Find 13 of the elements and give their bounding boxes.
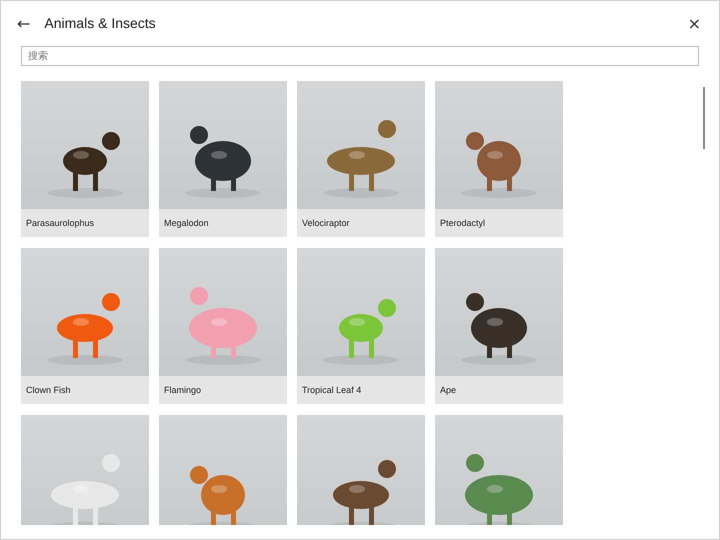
model-label[interactable]: Parasaurolophus bbox=[21, 209, 149, 237]
model-label[interactable]: Ape bbox=[435, 376, 563, 404]
model-label[interactable]: Tropical Leaf 4 bbox=[297, 376, 425, 404]
model-label[interactable]: Velociraptor bbox=[297, 209, 425, 237]
scrollbar-thumb[interactable] bbox=[703, 87, 705, 149]
model-label[interactable]: Flamingo bbox=[159, 376, 287, 404]
model-label[interactable]: Clown Fish bbox=[21, 376, 149, 404]
window-title: Animals & Insects bbox=[44, 15, 156, 31]
model-label[interactable]: Pterodactyl bbox=[435, 209, 563, 237]
search-field[interactable]: 搜索 bbox=[21, 46, 699, 66]
close-button[interactable]: × bbox=[684, 12, 705, 34]
model-label[interactable]: Megalodon bbox=[159, 209, 287, 237]
back-button[interactable]: ← bbox=[13, 12, 34, 34]
